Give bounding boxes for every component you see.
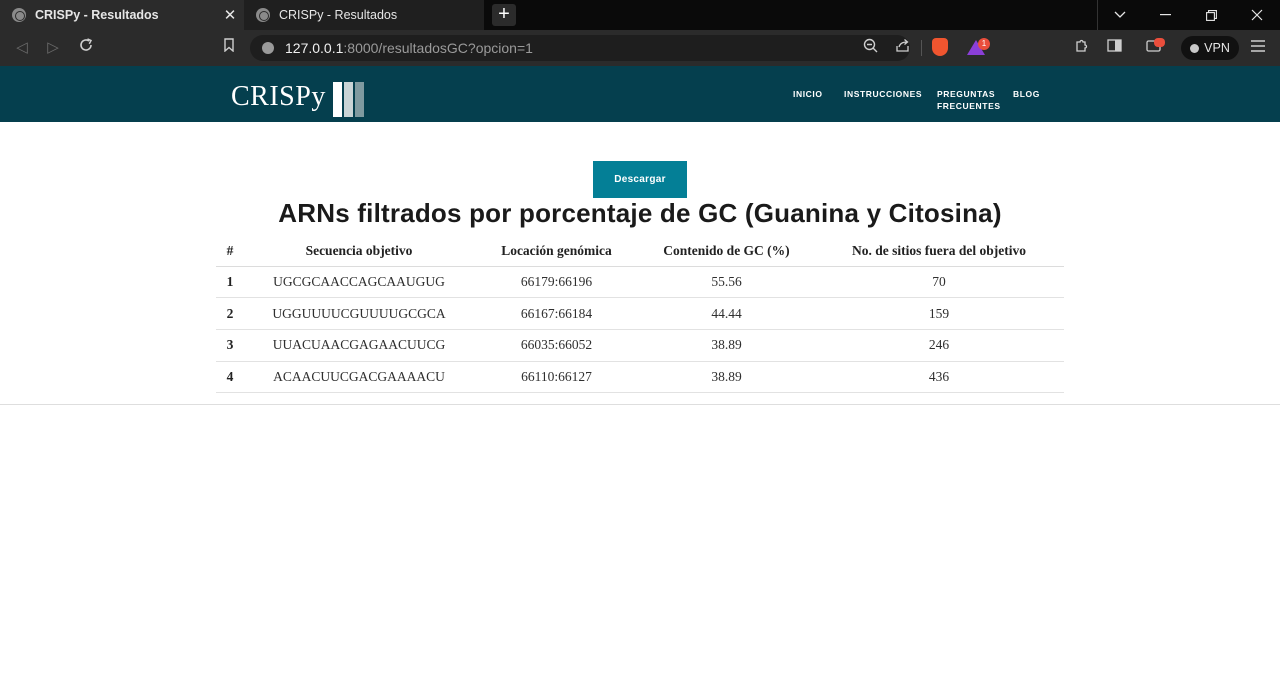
site-logo[interactable]: CRISPy xyxy=(231,81,326,113)
page-divider xyxy=(0,404,1280,405)
gc-content: 55.56 xyxy=(639,266,814,299)
close-tab-icon[interactable]: ✕ xyxy=(220,6,240,24)
globe-icon xyxy=(256,8,270,22)
tab-search-icon[interactable] xyxy=(1097,0,1143,30)
tab-title: CRISPy - Resultados xyxy=(279,8,398,22)
extensions-icon[interactable] xyxy=(1071,38,1091,58)
address-bar[interactable]: 127.0.0.1:8000/resultadosGC?opcion=1 xyxy=(250,35,910,61)
site-info-icon[interactable] xyxy=(262,42,274,54)
column-header: Secuencia objetivo xyxy=(244,236,474,267)
tab-active[interactable]: CRISPy - Resultados ✕ xyxy=(0,0,244,30)
zoom-icon[interactable] xyxy=(860,38,880,58)
column-header: No. de sitios fuera del objetivo xyxy=(814,236,1064,267)
table-row: 1 UGCGCAACCAGCAAUGUG 66179:66196 55.56 7… xyxy=(216,266,1064,299)
target-sequence: ACAACUUCGACGAAAACU xyxy=(244,361,474,394)
row-index: 2 xyxy=(216,297,244,330)
nav-inicio[interactable]: INICIO xyxy=(793,88,823,100)
browser-tab-bar: CRISPy - Resultados ✕ CRISPy - Resultado… xyxy=(0,0,1280,30)
row-index: 3 xyxy=(216,329,244,362)
forward-icon[interactable]: ▷ xyxy=(43,38,63,58)
globe-icon xyxy=(12,8,26,22)
site-header: CRISPy INICIO INSTRUCCIONES PREGUNTAS FR… xyxy=(0,66,1280,122)
table-header-row: # Secuencia objetivo Locación genómica C… xyxy=(216,236,1064,267)
minimize-button[interactable] xyxy=(1142,0,1188,30)
off-target-sites: 159 xyxy=(814,297,1064,330)
reload-icon[interactable] xyxy=(76,38,96,58)
genomic-location: 66110:66127 xyxy=(474,361,639,394)
nav-label-line: PREGUNTAS xyxy=(937,89,996,99)
vpn-label: VPN xyxy=(1204,41,1230,55)
target-sequence: UGCGCAACCAGCAAUGUG xyxy=(244,266,474,299)
row-index: 4 xyxy=(216,361,244,394)
wallet-badge-icon xyxy=(1154,38,1165,47)
tab-title: CRISPy - Resultados xyxy=(35,8,159,22)
gc-content: 38.89 xyxy=(639,361,814,394)
close-window-button[interactable] xyxy=(1234,0,1280,30)
gc-content: 44.44 xyxy=(639,297,814,330)
brave-shield-icon[interactable] xyxy=(932,38,948,56)
page-title: ARNs filtrados por porcentaje de GC (Gua… xyxy=(278,198,1002,228)
nav-label-line: FRECUENTES xyxy=(937,101,1001,111)
target-sequence: UUACUAACGAGAACUUCG xyxy=(244,329,474,362)
toolbar-divider xyxy=(921,40,922,56)
vpn-status-icon xyxy=(1190,43,1200,53)
url-text: 127.0.0.1:8000/resultadosGC?opcion=1 xyxy=(285,40,533,56)
download-button[interactable]: Descargar xyxy=(593,161,687,198)
back-icon[interactable]: ◁ xyxy=(12,38,32,58)
menu-icon[interactable] xyxy=(1248,38,1268,58)
target-sequence: UGGUUUUCGUUUUGCGCA xyxy=(244,297,474,330)
share-icon[interactable] xyxy=(892,38,912,58)
tab-inactive[interactable]: CRISPy - Resultados xyxy=(244,0,484,30)
genomic-location: 66179:66196 xyxy=(474,266,639,299)
sidebar-icon[interactable] xyxy=(1104,38,1124,58)
column-header: Contenido de GC (%) xyxy=(639,236,814,267)
off-target-sites: 246 xyxy=(814,329,1064,362)
nav-blog[interactable]: BLOG xyxy=(1013,88,1040,100)
row-index: 1 xyxy=(216,266,244,299)
genomic-location: 66035:66052 xyxy=(474,329,639,362)
new-tab-button[interactable]: + xyxy=(492,4,516,26)
nav-preguntas-frecuentes[interactable]: PREGUNTAS FRECUENTES xyxy=(937,88,1001,112)
vpn-button[interactable]: VPN xyxy=(1181,36,1239,60)
table-row: 3 UUACUAACGAGAACUUCG 66035:66052 38.89 2… xyxy=(216,329,1064,362)
column-header: Locación genómica xyxy=(474,236,639,267)
table-row: 2 UGGUUUUCGUUUUGCGCA 66167:66184 44.44 1… xyxy=(216,297,1064,330)
rewards-badge: 1 xyxy=(978,38,990,50)
off-target-sites: 436 xyxy=(814,361,1064,394)
results-table: # Secuencia objetivo Locación genómica C… xyxy=(216,236,1064,394)
column-header: # xyxy=(216,236,244,267)
gc-content: 38.89 xyxy=(639,329,814,362)
restore-button[interactable] xyxy=(1188,0,1234,30)
bookmark-icon[interactable] xyxy=(219,38,239,58)
genomic-location: 66167:66184 xyxy=(474,297,639,330)
nav-instrucciones[interactable]: INSTRUCCIONES xyxy=(844,88,922,100)
off-target-sites: 70 xyxy=(814,266,1064,299)
table-row: 4 ACAACUUCGACGAAAACU 66110:66127 38.89 4… xyxy=(216,361,1064,394)
